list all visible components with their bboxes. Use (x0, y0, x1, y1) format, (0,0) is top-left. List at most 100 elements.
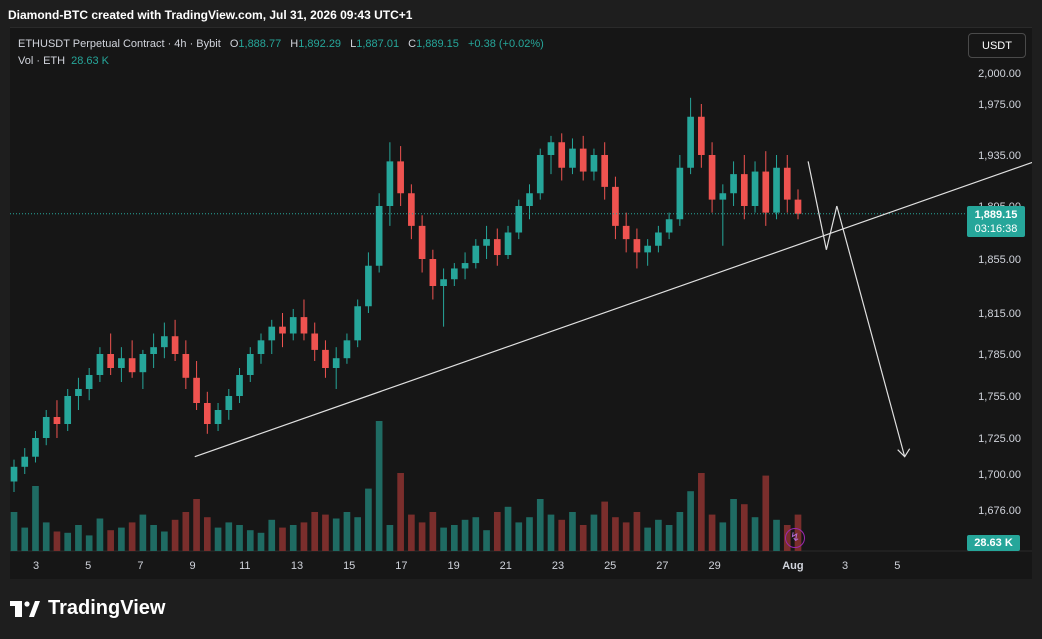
price-axis: 2,000.001,975.001,935.001,895.001,855.00… (978, 68, 1021, 517)
candle-body (268, 326, 276, 341)
volume-bar (161, 531, 168, 551)
volume-bar (300, 522, 308, 551)
volume-bar (472, 517, 480, 551)
candle-body (493, 239, 501, 256)
price-tick-label: 1,935.00 (978, 150, 1021, 162)
time-tick-label: 3 (33, 560, 39, 572)
candle-body (42, 417, 50, 438)
candle-body (644, 245, 651, 253)
candle-body (450, 268, 458, 280)
chart-panel[interactable]: 2,000.001,975.001,935.001,895.001,855.00… (10, 27, 1032, 579)
volume-bar (289, 525, 297, 551)
volume-bar (633, 512, 641, 551)
volume-bar (601, 501, 609, 551)
volume-bar (214, 527, 222, 551)
time-tick-label: 15 (343, 560, 355, 572)
candle-body (161, 336, 168, 348)
volume-bar (193, 499, 200, 551)
volume-bar (150, 525, 157, 551)
candle-body (118, 358, 125, 368)
volume-bar (547, 514, 555, 551)
volume-bar (32, 486, 39, 551)
time-tick-label: 25 (604, 560, 616, 572)
candle-body (289, 317, 297, 334)
candle-body (311, 333, 319, 350)
time-tick-label: 19 (447, 560, 459, 572)
time-tick-label: 9 (190, 560, 196, 572)
ascending-trendline (194, 161, 1032, 458)
lightning-icon[interactable]: ↯ (785, 528, 805, 548)
candles (10, 97, 802, 492)
candle-body (397, 161, 404, 194)
volume-bar (622, 522, 630, 551)
chart-caption: Diamond-BTC created with TradingView.com… (8, 8, 413, 22)
candle-body (322, 349, 329, 368)
volume-bar (246, 530, 254, 551)
candle-body (719, 193, 727, 200)
candle-body (300, 317, 308, 334)
candle-body (751, 171, 759, 206)
price-tick-label: 1,725.00 (978, 433, 1021, 445)
volume-bar (375, 421, 383, 551)
time-axis: 3 5 7 9 11 13 15 17 19 21 23 25 27 29 Aug 3 5 (10, 550, 1032, 572)
volume-tag: 28.63 K (967, 535, 1020, 551)
price-tick-label: 1,700.00 (978, 469, 1021, 481)
volume-bar (773, 519, 780, 551)
candle-body (354, 306, 362, 341)
volume-bar (740, 504, 748, 551)
candlestick-chart[interactable]: 2,000.001,975.001,935.001,895.001,855.00… (10, 28, 1032, 579)
time-tick-label: 11 (239, 560, 250, 572)
tradingview-logo[interactable]: TradingView (10, 597, 165, 620)
candle-body (343, 340, 351, 359)
candle-body (225, 396, 233, 410)
high-value: 1,892.29 (298, 38, 342, 50)
volume-bar (483, 530, 490, 551)
time-tick-label: 5 (85, 560, 91, 572)
volume-bar (590, 514, 598, 551)
volume-bar (676, 512, 684, 551)
candle-body (483, 239, 490, 246)
candle-body (246, 354, 254, 375)
volume-label[interactable]: Vol · ETH (18, 55, 65, 67)
candle-body (665, 219, 673, 233)
symbol-title[interactable]: ETHUSDT Perpetual Contract · 4h · Bybit (18, 38, 221, 50)
candle-body (655, 232, 662, 246)
projection-path-segment (836, 205, 906, 457)
bar-countdown: 03:16:38 (974, 223, 1018, 235)
candle-body (64, 396, 72, 424)
volume-bar (64, 532, 72, 551)
volume-bar (268, 519, 276, 551)
volume-bar (236, 525, 243, 551)
volume-bar (203, 517, 211, 551)
candle-body (203, 403, 211, 424)
volume-bar (526, 517, 533, 551)
price-tick-label: 1,975.00 (978, 99, 1021, 111)
volume-bar (461, 519, 469, 551)
candle-body (579, 148, 587, 172)
candle-body (10, 466, 18, 482)
candle-body (96, 354, 104, 375)
candle-body (515, 206, 523, 233)
volume-bar (257, 532, 265, 551)
candle-body (279, 326, 286, 334)
candle-body (773, 167, 780, 213)
volume-bar (279, 527, 286, 551)
candle-body (332, 358, 340, 368)
candle-body (107, 354, 114, 368)
time-tick-label: 7 (137, 560, 143, 572)
candle-body (418, 225, 426, 259)
candle-body (558, 142, 566, 168)
candle-body (676, 167, 684, 220)
volume-bar (730, 499, 737, 551)
currency-button[interactable]: USDT (968, 33, 1026, 58)
volume-bar (365, 488, 372, 551)
volume-bar (558, 519, 566, 551)
candle-body (569, 148, 576, 168)
volume-bar (21, 527, 29, 551)
volume-bar (751, 517, 759, 551)
volume-bar (107, 530, 114, 551)
symbol-legend: ETHUSDT Perpetual Contract · 4h · Bybit … (18, 36, 544, 70)
volume-bar (182, 512, 190, 551)
candle-body (536, 155, 544, 194)
projection-path-segment (825, 205, 838, 250)
